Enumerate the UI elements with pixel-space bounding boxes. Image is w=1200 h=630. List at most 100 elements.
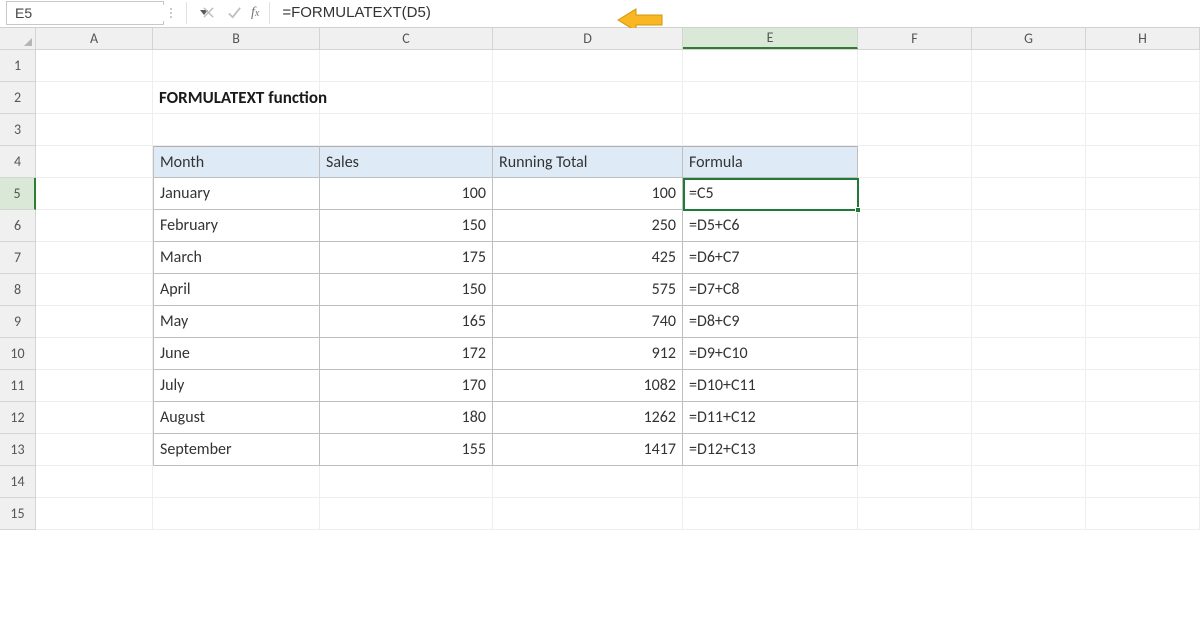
cell[interactable] [858, 82, 972, 114]
row-header[interactable]: 13 [0, 434, 36, 466]
table-cell-month[interactable]: August [153, 402, 320, 434]
cell[interactable] [1086, 210, 1200, 242]
cell[interactable] [858, 370, 972, 402]
cell[interactable] [36, 274, 153, 306]
row-header[interactable]: 3 [0, 114, 36, 146]
cells-area[interactable]: FORMULATEXT function [36, 50, 1200, 530]
cell[interactable] [1086, 498, 1200, 530]
cell[interactable] [972, 50, 1086, 82]
table-cell-sales[interactable]: 100 [320, 178, 493, 210]
cell[interactable] [858, 306, 972, 338]
cell[interactable] [493, 498, 683, 530]
row-header[interactable]: 8 [0, 274, 36, 306]
table-cell-sales[interactable]: 170 [320, 370, 493, 402]
table-cell-month[interactable]: September [153, 434, 320, 466]
table-cell-running-total[interactable]: 1417 [493, 434, 683, 466]
table-cell-sales[interactable]: 150 [320, 274, 493, 306]
cell[interactable] [1086, 82, 1200, 114]
cell[interactable] [153, 114, 320, 146]
cell[interactable] [493, 82, 683, 114]
table-cell-formula[interactable]: =D12+C13 [683, 434, 858, 466]
cell[interactable] [972, 370, 1086, 402]
cell[interactable] [36, 498, 153, 530]
select-all-corner[interactable] [0, 28, 36, 49]
table-cell-month[interactable]: July [153, 370, 320, 402]
cell[interactable] [683, 498, 858, 530]
cell[interactable] [1086, 242, 1200, 274]
row-header[interactable]: 9 [0, 306, 36, 338]
row-header[interactable]: 6 [0, 210, 36, 242]
cell[interactable] [858, 146, 972, 178]
col-header[interactable]: B [153, 28, 320, 49]
cell[interactable] [153, 498, 320, 530]
cell[interactable] [36, 82, 153, 114]
cell[interactable] [320, 82, 493, 114]
col-header[interactable]: G [972, 28, 1086, 49]
table-cell-formula[interactable]: =D11+C12 [683, 402, 858, 434]
cell[interactable] [858, 338, 972, 370]
table-cell-running-total[interactable]: 425 [493, 242, 683, 274]
table-cell-running-total[interactable]: 100 [493, 178, 683, 210]
cell[interactable] [858, 434, 972, 466]
cell[interactable] [36, 434, 153, 466]
cell[interactable] [972, 178, 1086, 210]
cell[interactable] [36, 306, 153, 338]
page-title[interactable]: FORMULATEXT function [153, 82, 320, 114]
cell[interactable] [972, 434, 1086, 466]
table-cell-running-total[interactable]: 912 [493, 338, 683, 370]
table-cell-month[interactable]: May [153, 306, 320, 338]
cell[interactable] [858, 210, 972, 242]
cell[interactable] [36, 50, 153, 82]
cell[interactable] [972, 114, 1086, 146]
cell[interactable] [36, 210, 153, 242]
cell[interactable] [36, 146, 153, 178]
cell[interactable] [320, 466, 493, 498]
table-cell-month[interactable]: February [153, 210, 320, 242]
table-header-formula[interactable]: Formula [683, 146, 858, 178]
cell[interactable] [1086, 306, 1200, 338]
table-cell-running-total[interactable]: 1082 [493, 370, 683, 402]
cell[interactable] [1086, 146, 1200, 178]
table-cell-formula[interactable]: =D6+C7 [683, 242, 858, 274]
col-header-selected[interactable]: E [683, 28, 858, 49]
cell[interactable] [858, 242, 972, 274]
cancel-button[interactable] [195, 2, 221, 24]
table-header-running-total[interactable]: Running Total [493, 146, 683, 178]
table-header-sales[interactable]: Sales [320, 146, 493, 178]
cell[interactable] [683, 82, 858, 114]
table-cell-sales[interactable]: 175 [320, 242, 493, 274]
fx-icon[interactable]: fx [251, 5, 259, 21]
col-header[interactable]: D [493, 28, 683, 49]
cell[interactable] [320, 498, 493, 530]
cell[interactable] [972, 146, 1086, 178]
cell[interactable] [972, 242, 1086, 274]
table-cell-month[interactable]: April [153, 274, 320, 306]
table-cell-formula[interactable]: =D5+C6 [683, 210, 858, 242]
cell[interactable] [36, 178, 153, 210]
row-header[interactable]: 5 [0, 178, 36, 210]
cell[interactable] [858, 274, 972, 306]
table-cell-sales[interactable]: 155 [320, 434, 493, 466]
table-cell-running-total[interactable]: 1262 [493, 402, 683, 434]
cell[interactable] [1086, 434, 1200, 466]
cell[interactable] [1086, 370, 1200, 402]
cell[interactable] [858, 466, 972, 498]
cell[interactable] [1086, 466, 1200, 498]
table-cell-formula[interactable]: =D7+C8 [683, 274, 858, 306]
cell[interactable] [320, 50, 493, 82]
cell[interactable] [493, 466, 683, 498]
formula-input[interactable] [276, 4, 1194, 21]
cell[interactable] [858, 178, 972, 210]
table-cell-formula[interactable]: =D10+C11 [683, 370, 858, 402]
cell[interactable] [972, 498, 1086, 530]
cell[interactable] [683, 114, 858, 146]
enter-button[interactable] [221, 2, 247, 24]
table-cell-running-total[interactable]: 250 [493, 210, 683, 242]
row-header[interactable]: 10 [0, 338, 36, 370]
table-cell-sales[interactable]: 165 [320, 306, 493, 338]
cell[interactable] [683, 50, 858, 82]
table-cell-running-total[interactable]: 575 [493, 274, 683, 306]
col-header[interactable]: H [1086, 28, 1200, 49]
cell[interactable] [1086, 338, 1200, 370]
table-cell-formula[interactable]: =D9+C10 [683, 338, 858, 370]
